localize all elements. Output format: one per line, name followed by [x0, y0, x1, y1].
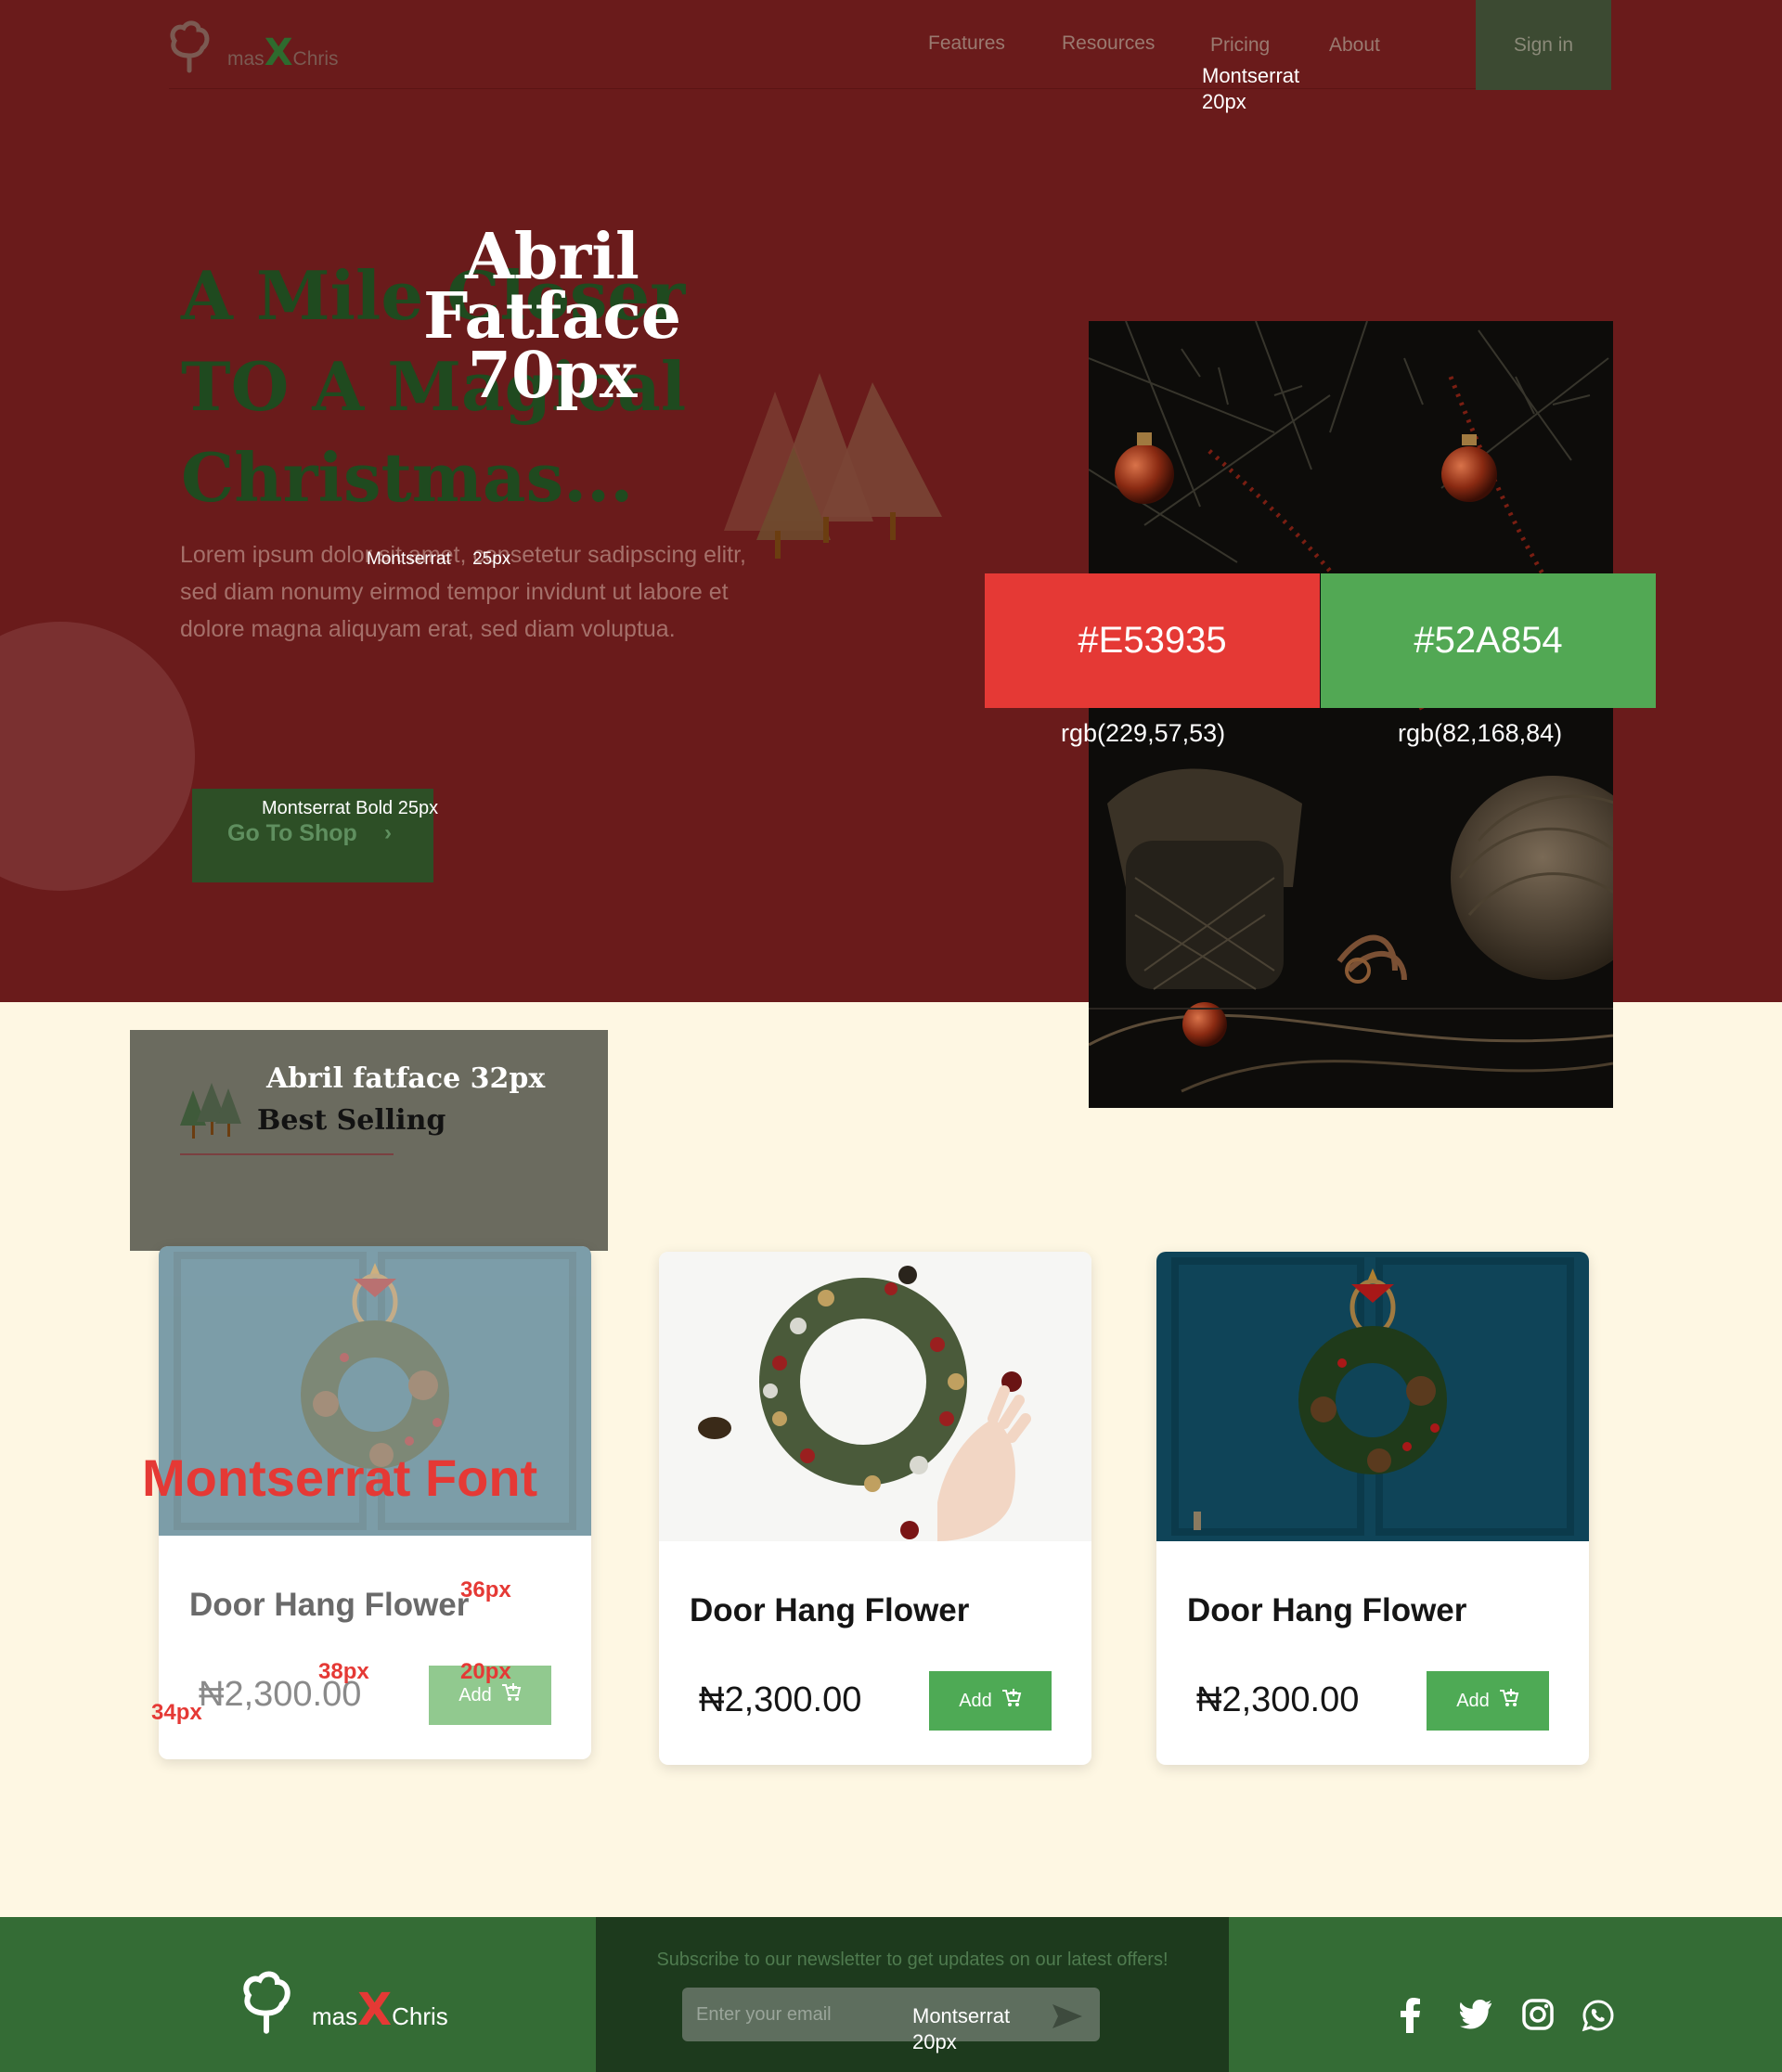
annotation-font: Montserrat	[912, 2004, 1011, 2027]
subtitle-font-annotation: Montserrat 25px	[367, 549, 510, 570]
montserrat-font-annotation: Montserrat Font	[142, 1448, 538, 1507]
add-to-cart-button[interactable]: Add	[929, 1671, 1052, 1731]
add-label: Add	[959, 1690, 992, 1711]
product-card-2[interactable]: Door Hang Flower ₦2,300.00 Add	[659, 1252, 1091, 1765]
footer-logo[interactable]: masXChris	[312, 1984, 448, 2036]
cart-plus-icon	[1499, 1688, 1519, 1714]
cart-plus-icon	[1001, 1688, 1022, 1714]
product-image-hand-wreath	[659, 1252, 1091, 1541]
color-swatch-green: #52A854	[1321, 573, 1656, 708]
decor-circle	[0, 622, 195, 891]
email-placeholder: Enter your email	[696, 2004, 832, 2025]
nav-link-about[interactable]: About	[1329, 34, 1380, 57]
cta-font-annotation: Montserrat Bold 25px	[262, 798, 439, 818]
nav-link-resources[interactable]: Resources	[1062, 32, 1155, 55]
title-size-annotation: 36px	[460, 1577, 511, 1602]
annotation-size: 20px	[912, 2030, 957, 2053]
nav-link-pricing[interactable]: Pricing	[1210, 34, 1270, 57]
logo[interactable]: masXChris	[227, 32, 339, 74]
swatch-red-rgb: rgb(229,57,53)	[1061, 719, 1226, 747]
twitter-icon[interactable]	[1460, 2000, 1495, 2034]
button-size-annotation: 20px	[460, 1659, 511, 1684]
currency-size-annotation: 34px	[151, 1700, 202, 1725]
annotation-size: 70px	[467, 339, 638, 413]
title-font-annotation: Abril Fatface 70px	[357, 220, 747, 413]
instagram-icon[interactable]	[1522, 1999, 1554, 2035]
product-price: ₦2,300.00	[699, 1680, 862, 1719]
facebook-icon[interactable]	[1398, 1998, 1422, 2038]
product-title: Door Hang Flower	[1187, 1592, 1467, 1628]
logo-text-left: mas	[312, 2002, 358, 2030]
cart-plus-icon	[501, 1682, 522, 1708]
logo-text-right: Chris	[392, 2002, 448, 2030]
best-selling-trees-icon	[178, 1081, 243, 1146]
nav-font-annotation: Montserrat 20px	[1202, 63, 1299, 115]
product-title: Door Hang Flower	[189, 1587, 470, 1623]
sign-in-button[interactable]: Sign in	[1476, 0, 1611, 90]
annotation-font: Montserrat	[367, 549, 451, 569]
best-selling-underline	[180, 1153, 394, 1155]
nav-divider	[169, 88, 1611, 89]
annotation-size: 25px	[472, 549, 511, 569]
annotation-font: Abril Fatface	[422, 220, 681, 354]
newsletter-text: Subscribe to our newsletter to get updat…	[656, 1950, 1169, 1970]
add-label: Add	[458, 1684, 492, 1705]
hero-title-line-3: Christmas...	[181, 438, 634, 517]
chevron-right-icon: ›	[384, 820, 392, 845]
logo-text-left: mas	[227, 48, 265, 70]
product-image-door-wreath	[1156, 1252, 1589, 1541]
send-icon[interactable]	[1051, 2002, 1084, 2035]
annotation-size: 20px	[1202, 90, 1246, 113]
price-size-annotation: 38px	[318, 1659, 369, 1684]
product-card-3[interactable]: Door Hang Flower ₦2,300.00 Add	[1156, 1252, 1589, 1765]
nav-link-features[interactable]: Features	[928, 32, 1005, 55]
product-title: Door Hang Flower	[690, 1592, 970, 1628]
add-label: Add	[1456, 1690, 1490, 1711]
add-to-cart-button[interactable]: Add	[1427, 1671, 1549, 1731]
product-price: ₦2,300.00	[1196, 1680, 1360, 1719]
go-to-shop-label: Go To Shop	[227, 820, 357, 846]
whatsapp-icon[interactable]	[1582, 1999, 1615, 2037]
annotation-font: Montserrat	[1202, 64, 1300, 87]
logo-x: X	[357, 1984, 393, 2036]
tree-logo-icon	[239, 1971, 294, 2042]
hero-photo	[1089, 321, 1613, 1108]
tree-logo-icon	[167, 20, 212, 81]
best-selling-title: Best Selling	[257, 1104, 446, 1137]
color-swatch-red: #E53935	[985, 573, 1320, 708]
logo-text-right: Chris	[292, 48, 339, 70]
swatch-green-rgb: rgb(82,168,84)	[1398, 719, 1563, 747]
best-selling-font-annotation: Abril fatface 32px	[266, 1062, 546, 1095]
logo-x: X	[264, 32, 293, 74]
footer-font-annotation: Montserrat 20px	[912, 2003, 1010, 2055]
